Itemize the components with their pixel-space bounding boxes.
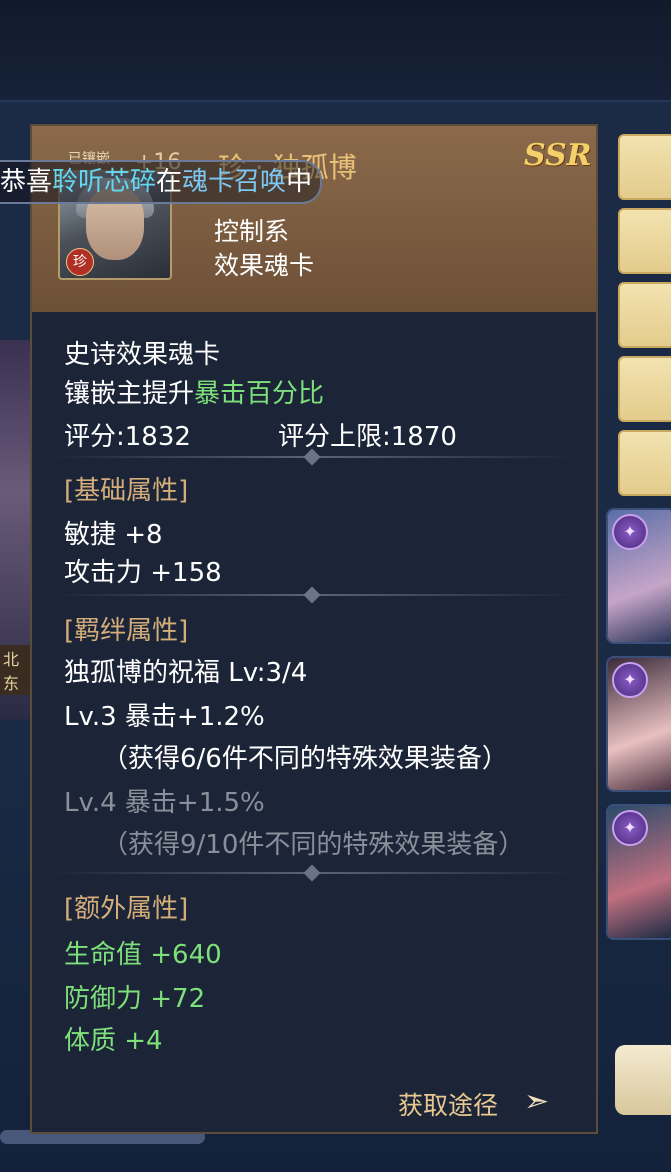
bond-lv3-condition: （获得6/6件不同的特殊效果装备） (102, 744, 508, 774)
crest-icon: ✦ (612, 810, 648, 846)
score-max: 评分上限:1870 (278, 422, 457, 452)
base-attr: 敏捷 +8 (64, 520, 163, 550)
crest-icon: ✦ (612, 662, 648, 698)
card-tooltip: 已镶嵌 +16 珍 · 独孤博 SSR 珍 控制系 效果魂卡 史诗效果魂卡 镶嵌… (30, 124, 598, 1134)
hero-card[interactable]: ✦ (606, 508, 671, 644)
divider (52, 864, 576, 882)
inlay-bonus: 镶嵌主提升暴击百分比 (64, 379, 325, 409)
rare-badge-icon: 珍 (66, 248, 94, 276)
divider (52, 448, 576, 466)
bond-lv3: Lv.3 暴击+1.2% (64, 702, 265, 732)
base-attrs-title: [基础属性] (64, 476, 189, 506)
extra-attr: 体质 +4 (64, 1026, 163, 1056)
card-category: 史诗效果魂卡 (64, 340, 221, 370)
toast-place: 魂卡召唤 (182, 167, 287, 197)
card-type: 控制系 (214, 217, 290, 246)
source-button[interactable]: 获取途径 (398, 1086, 498, 1122)
extra-attr: 生命值 +640 (64, 940, 222, 970)
left-hero-label: 北东 (0, 645, 34, 695)
hero-card[interactable]: ✦ (606, 804, 671, 940)
rarity-badge: SSR (524, 138, 592, 173)
extra-attrs-title: [额外属性] (64, 894, 189, 924)
card-slot[interactable] (618, 282, 671, 348)
inlay-bonus-stat: 暴击百分比 (194, 379, 325, 409)
top-bar (0, 0, 671, 100)
divider (52, 586, 576, 604)
card-subtype: 效果魂卡 (214, 251, 315, 280)
bond-lv4: Lv.4 暴击+1.5% (64, 788, 265, 818)
bond-header: 独孤博的祝福 Lv:3/4 (64, 658, 308, 688)
hero-card[interactable]: ✦ (606, 656, 671, 792)
bond-lv4-condition: （获得9/10件不同的特殊效果装备） (102, 830, 525, 860)
toast-player: 聆听芯碎 (52, 167, 157, 197)
score: 评分:1832 (64, 422, 191, 452)
extra-attr: 防御力 +72 (64, 984, 206, 1014)
card-slot[interactable] (618, 134, 671, 200)
left-hero-card[interactable]: 北东 (0, 340, 34, 720)
card-slot[interactable] (618, 208, 671, 274)
right-card-column: ✦ ✦ ✦ (606, 126, 671, 940)
crest-icon: ✦ (612, 514, 648, 550)
corner-button[interactable] (615, 1045, 671, 1115)
card-slot[interactable] (618, 430, 671, 496)
card-slot[interactable] (618, 356, 671, 422)
announcement-toast: 恭喜聆听芯碎在魂卡召唤中 (0, 160, 322, 204)
tooltip-header: 已镶嵌 +16 珍 · 独孤博 SSR 珍 控制系 效果魂卡 (32, 126, 596, 312)
bond-attrs-title: [羁绊属性] (64, 616, 189, 646)
base-attr: 攻击力 +158 (64, 558, 222, 588)
arrow-icon[interactable]: ➣ (524, 1084, 549, 1119)
